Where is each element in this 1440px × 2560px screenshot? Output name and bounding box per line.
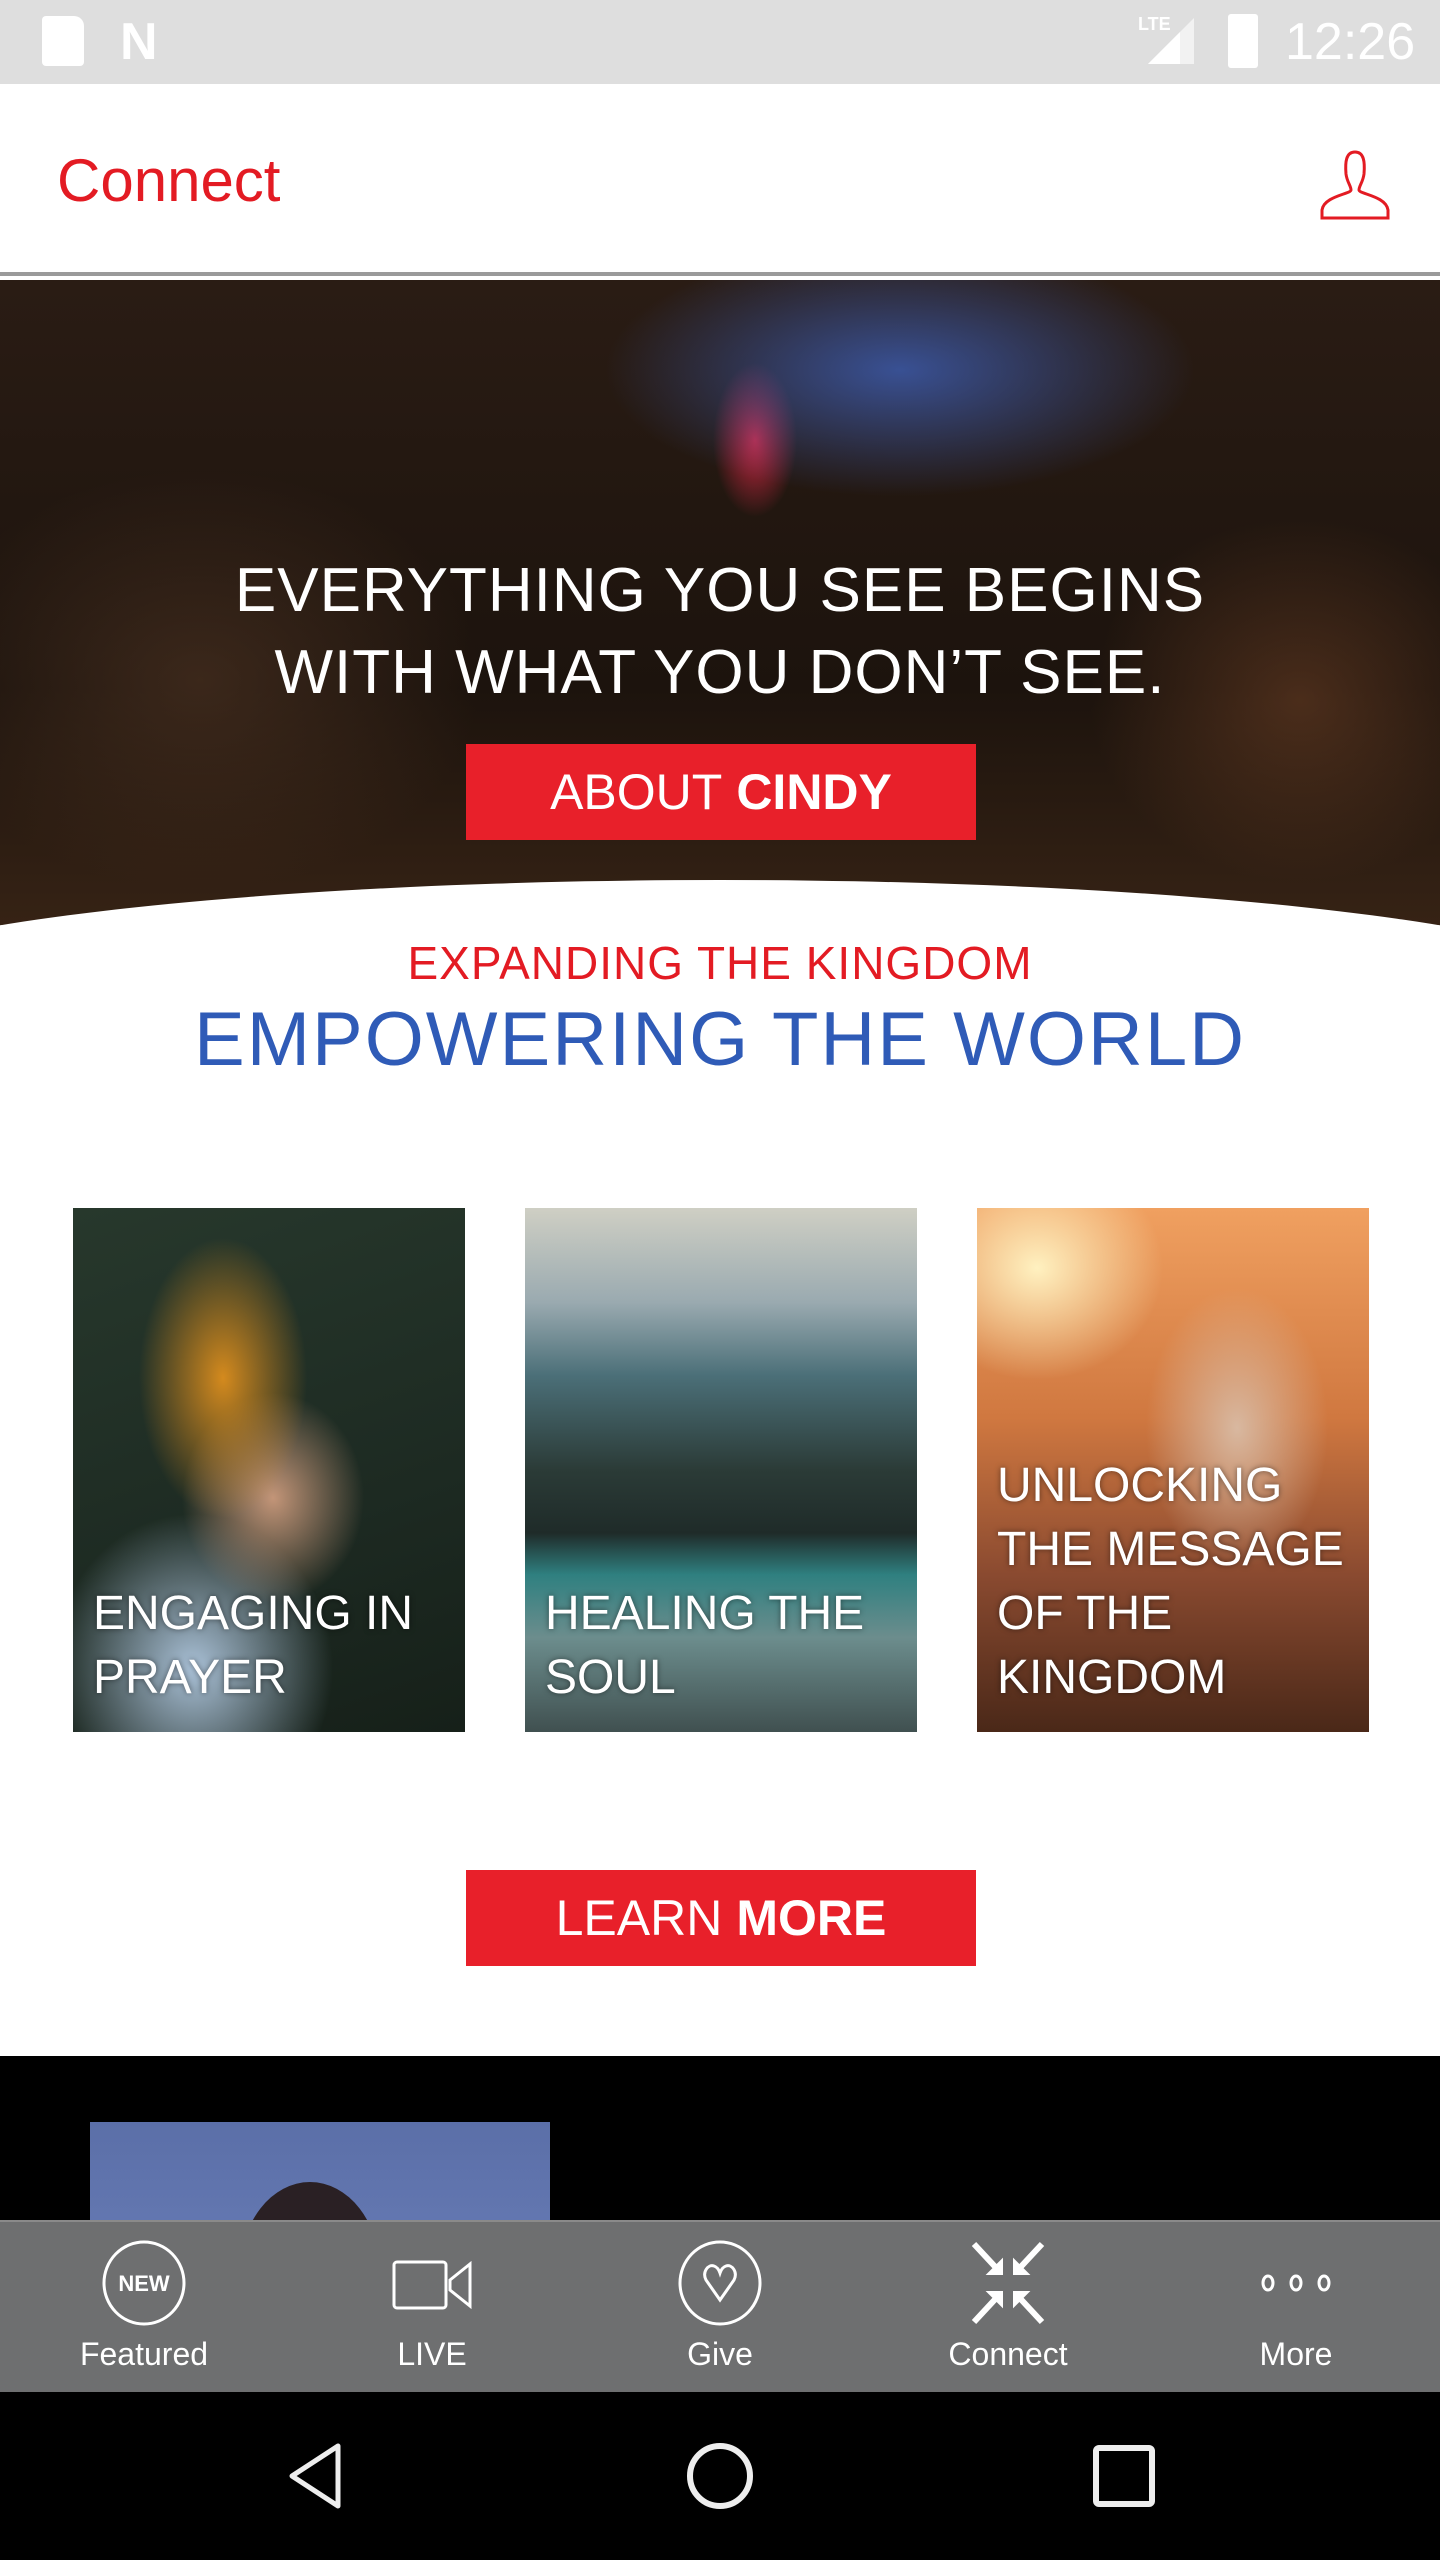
new-badge-text: NEW — [118, 2271, 170, 2296]
recents-icon[interactable] — [1088, 2440, 1160, 2512]
hero-headline-line1: EVERYTHING YOU SEE BEGINS — [234, 556, 1206, 625]
tab-more[interactable]: More — [1152, 2222, 1440, 2394]
video-camera-icon — [392, 2260, 472, 2310]
card-engaging-in-prayer[interactable]: ENGAGING IN PRAYER — [73, 1208, 465, 1732]
card-unlocking-the-kingdom[interactable]: UNLOCKING THE MESSAGE OF THE KINGDOM — [977, 1208, 1369, 1732]
card-label: HEALING THE SOUL — [545, 1587, 865, 1704]
tab-label: LIVE — [397, 2336, 467, 2372]
tab-live[interactable]: LIVE — [288, 2222, 576, 2394]
hero-headline-line2: WITH WHAT YOU DON’T SEE. — [274, 638, 1166, 707]
tab-connect[interactable]: Connect — [864, 2222, 1152, 2394]
media-section — [0, 2056, 1440, 2220]
hero-headline: EVERYTHING YOU SEE BEGINS WITH WHAT YOU … — [0, 550, 1440, 714]
media-thumbnail[interactable] — [90, 2122, 550, 2220]
clock: 12:26 — [1285, 13, 1416, 71]
signal-icon — [1148, 18, 1194, 64]
collapse-arrows-icon — [971, 2241, 1045, 2325]
app-header: Connect — [0, 84, 1440, 276]
about-button-light: ABOUT — [550, 764, 723, 820]
about-cindy-button[interactable]: ABOUT CINDY — [466, 744, 976, 840]
learn-more-light: LEARN — [555, 1890, 723, 1946]
card-label: UNLOCKING THE MESSAGE OF THE KINGDOM — [997, 1459, 1344, 1704]
tab-give[interactable]: Give — [576, 2222, 864, 2394]
battery-charging-icon — [1228, 14, 1258, 68]
about-button-bold: CINDY — [736, 764, 892, 820]
heart-circle-icon — [678, 2240, 762, 2326]
tagline-top: EXPANDING THE KINGDOM — [407, 937, 1033, 989]
tab-featured[interactable]: NEW Featured — [0, 2222, 288, 2394]
hero-banner: EVERYTHING YOU SEE BEGINS WITH WHAT YOU … — [0, 280, 1440, 1280]
bottom-tab-bar: NEW Featured LIVE Give Connect More — [0, 2220, 1440, 2392]
n-notification-icon: N — [120, 13, 158, 71]
status-bar: N LTE 12:26 — [0, 0, 1440, 84]
tab-label: Connect — [948, 2336, 1068, 2372]
user-profile-icon[interactable] — [1318, 148, 1392, 220]
portrait-image — [240, 2182, 380, 2220]
sd-card-icon — [42, 16, 84, 66]
learn-more-button[interactable]: LEARN MORE — [466, 1870, 976, 1966]
learn-more-bold: MORE — [736, 1890, 887, 1946]
back-icon[interactable] — [280, 2440, 352, 2512]
tab-label: Featured — [79, 2336, 209, 2372]
page-title: Connect — [57, 147, 281, 214]
content-scroll-area[interactable]: EVERYTHING YOU SEE BEGINS WITH WHAT YOU … — [0, 280, 1440, 2220]
tagline-bottom: EMPOWERING THE WORLD — [194, 997, 1246, 1082]
home-icon[interactable] — [684, 2440, 756, 2512]
more-dots-icon — [1261, 2274, 1331, 2292]
tab-label: Give — [687, 2336, 753, 2372]
tab-label: More — [1259, 2336, 1333, 2372]
card-label: ENGAGING IN PRAYER — [93, 1587, 414, 1704]
system-nav-bar — [0, 2392, 1440, 2560]
new-badge-icon: NEW — [102, 2240, 186, 2326]
card-healing-the-soul[interactable]: HEALING THE SOUL — [525, 1208, 917, 1732]
